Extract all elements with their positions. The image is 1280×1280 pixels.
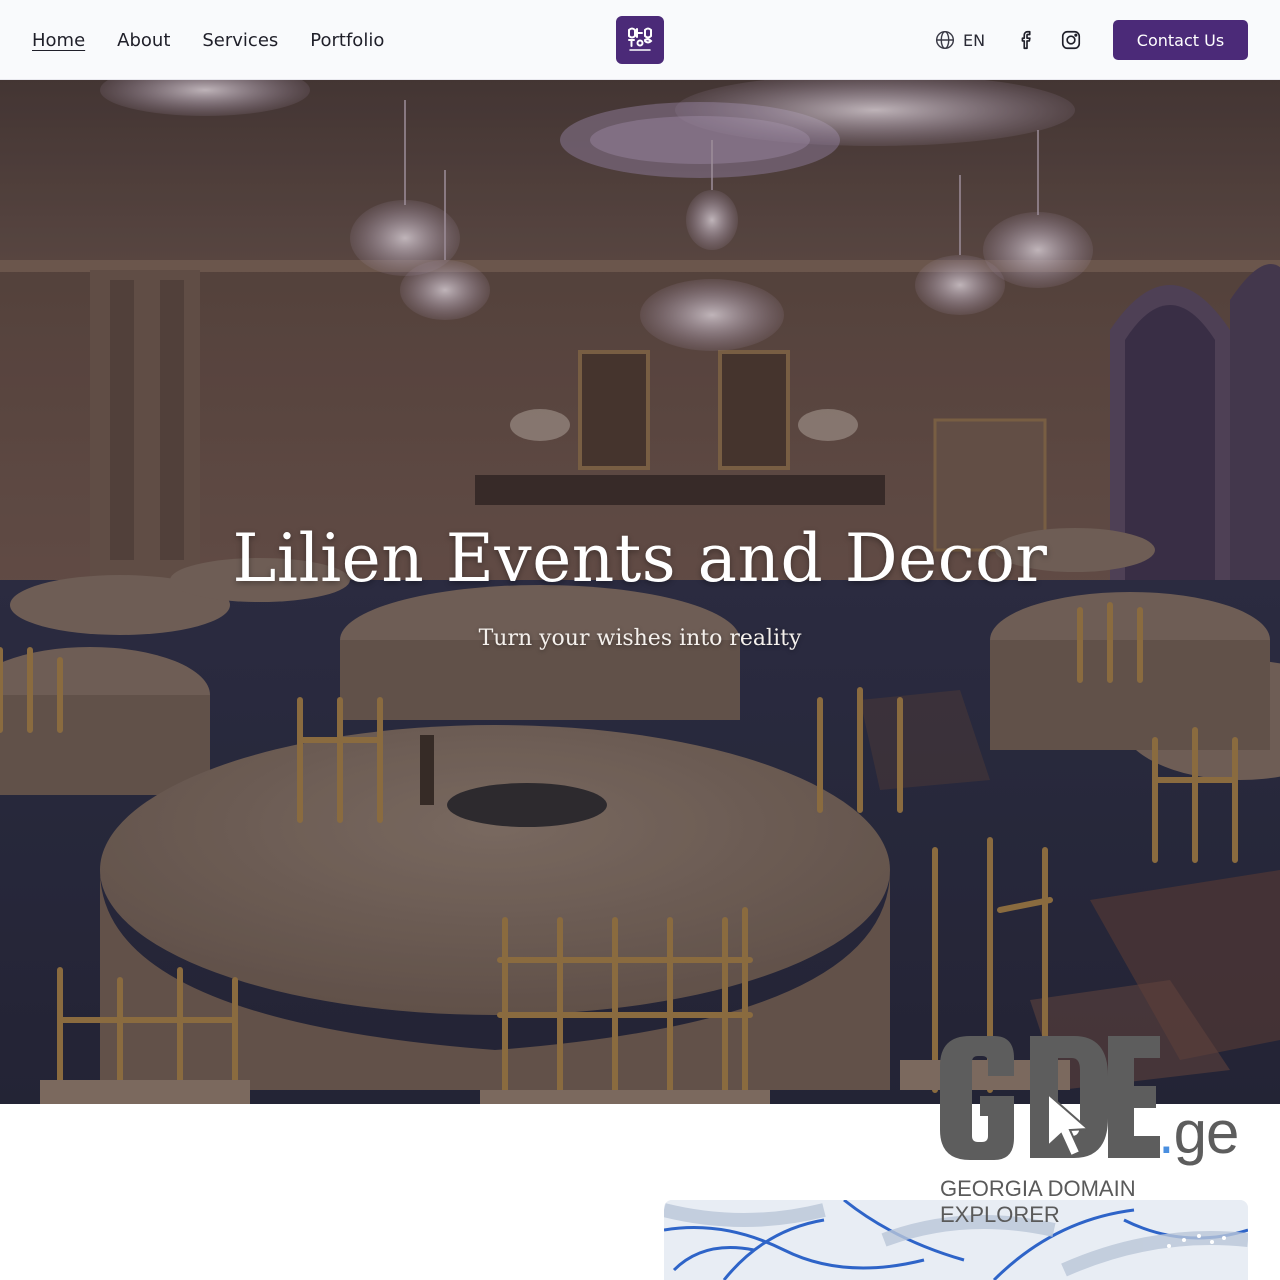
site-logo[interactable] bbox=[616, 16, 664, 64]
nav-link-home[interactable]: Home bbox=[32, 30, 85, 51]
language-label: EN bbox=[963, 30, 986, 50]
hero-subtitle: Turn your wishes into reality bbox=[478, 626, 802, 651]
contact-us-button[interactable]: Contact Us bbox=[1113, 20, 1248, 60]
gde-domain: .ge bbox=[1158, 1099, 1240, 1166]
lilien-monogram-logo bbox=[628, 27, 653, 51]
facebook-link[interactable] bbox=[1015, 28, 1039, 52]
instagram-icon bbox=[1061, 30, 1081, 50]
gde-cursor-logo bbox=[940, 1036, 1160, 1160]
facebook-icon bbox=[1021, 30, 1031, 50]
gde-domain-text: ge bbox=[1173, 1099, 1240, 1166]
nav-link-services[interactable]: Services bbox=[202, 30, 278, 51]
main-nav: Home About Services Portfolio bbox=[32, 0, 384, 80]
top-navbar: Home About Services Portfolio EN Contact… bbox=[0, 0, 1280, 80]
globe-icon bbox=[935, 30, 955, 50]
gde-caption: GEORGIA DOMAIN EXPLORER bbox=[940, 1176, 1136, 1227]
instagram-link[interactable] bbox=[1059, 28, 1083, 52]
gde-watermark: .ge GEORGIA DOMAIN EXPLORER bbox=[936, 1036, 1240, 1227]
language-switcher[interactable]: EN bbox=[935, 28, 985, 52]
hero-title: Lilien Events and Decor bbox=[232, 520, 1048, 597]
nav-link-portfolio[interactable]: Portfolio bbox=[310, 30, 384, 51]
hero-section: Lilien Events and Decor Turn your wishes… bbox=[0, 80, 1280, 1104]
nav-link-about[interactable]: About bbox=[117, 30, 170, 51]
